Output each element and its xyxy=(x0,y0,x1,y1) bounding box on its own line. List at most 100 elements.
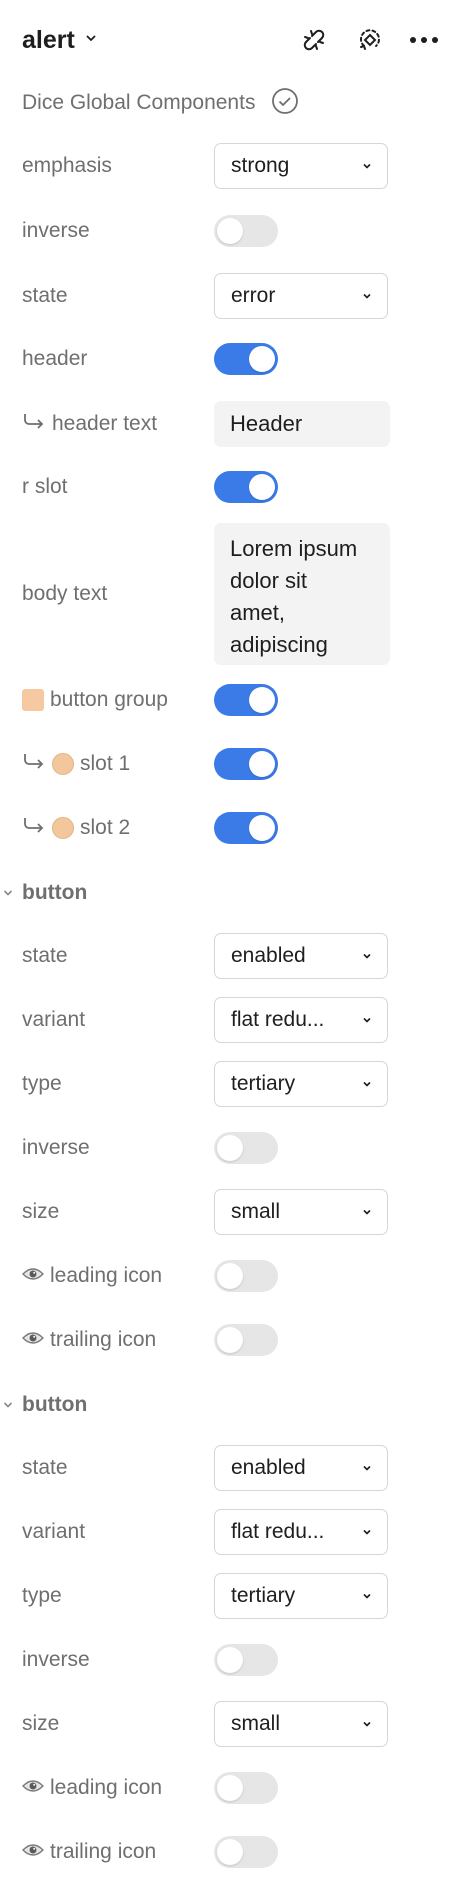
variant-select[interactable]: flat redu... xyxy=(214,1509,388,1555)
select-value: tertiary xyxy=(231,1584,296,1607)
prop-label: slot 2 xyxy=(22,815,130,841)
select-value: flat redu... xyxy=(231,1520,325,1543)
nested-arrow-icon xyxy=(22,815,46,841)
prop-label: slot 1 xyxy=(22,751,130,777)
prop-label: emphasis xyxy=(22,154,112,177)
prop-row-inverse: inverse xyxy=(0,214,466,248)
toggle-knob xyxy=(249,751,275,777)
eye-icon xyxy=(22,1328,44,1352)
state-select[interactable]: enabled xyxy=(214,1445,388,1491)
go-to-main-component-icon[interactable] xyxy=(354,24,386,56)
prop-row-state: state error xyxy=(0,272,466,320)
prop-label: inverse xyxy=(22,1136,90,1159)
prop-label: header text xyxy=(22,411,157,437)
chevron-down-icon xyxy=(361,1590,373,1602)
more-icon[interactable] xyxy=(408,24,440,56)
library-row: Dice Global Components xyxy=(22,86,299,120)
slot-icon xyxy=(52,817,74,839)
prop-row-slot-1: slot 1 xyxy=(0,747,466,781)
prop-label-text: slot 1 xyxy=(80,752,131,775)
eye-icon xyxy=(22,1264,44,1288)
prop-label: type xyxy=(22,1072,62,1095)
nested-arrow-icon xyxy=(22,751,46,777)
select-value: enabled xyxy=(231,944,306,967)
prop-row-leading-icon: leading icon xyxy=(0,1259,466,1293)
prop-label: type xyxy=(22,1584,62,1607)
prop-label: state xyxy=(22,284,68,307)
prop-row-header: header xyxy=(0,342,466,376)
prop-label: variant xyxy=(22,1520,86,1543)
body-text-input[interactable]: Lorem ipsum dolor sit amet, adipiscing xyxy=(214,523,390,665)
emphasis-select[interactable]: strong xyxy=(214,143,388,189)
prop-label: trailing icon xyxy=(22,1328,156,1352)
prop-row-state: state enabled xyxy=(0,932,466,980)
section-header-button-2[interactable]: button xyxy=(0,1388,466,1422)
variant-select[interactable]: flat redu... xyxy=(214,997,388,1043)
slot-2-toggle[interactable] xyxy=(214,812,278,844)
toggle-knob xyxy=(217,1647,243,1673)
leading-icon-toggle[interactable] xyxy=(214,1772,278,1804)
chevron-down-icon xyxy=(2,1399,14,1411)
section-title: button xyxy=(22,1393,88,1416)
toggle-knob xyxy=(217,1135,243,1161)
header-text-input[interactable]: Header xyxy=(214,401,390,447)
chevron-down-icon xyxy=(361,1206,373,1218)
component-title-dropdown[interactable]: alert xyxy=(22,22,97,58)
prop-row-slot-2: slot 2 xyxy=(0,811,466,845)
inverse-toggle[interactable] xyxy=(214,215,278,247)
body-text-line: amet, xyxy=(230,600,286,625)
instance-swap-icon xyxy=(22,689,44,711)
button-group-toggle[interactable] xyxy=(214,684,278,716)
prop-row-leading-icon: leading icon xyxy=(0,1771,466,1805)
state-select[interactable]: error xyxy=(214,273,388,319)
size-select[interactable]: small xyxy=(214,1701,388,1747)
chevron-down-icon xyxy=(85,31,97,49)
chevron-down-icon xyxy=(361,290,373,302)
trailing-icon-toggle[interactable] xyxy=(214,1324,278,1356)
component-title: alert xyxy=(22,25,75,54)
type-select[interactable]: tertiary xyxy=(214,1573,388,1619)
trailing-icon-toggle[interactable] xyxy=(214,1836,278,1868)
prop-label: variant xyxy=(22,1008,86,1031)
chevron-down-icon xyxy=(361,1462,373,1474)
inverse-toggle[interactable] xyxy=(214,1132,278,1164)
prop-row-size: size small xyxy=(0,1188,466,1236)
toggle-knob xyxy=(249,815,275,841)
prop-label: body text xyxy=(22,582,108,605)
prop-label: state xyxy=(22,944,68,967)
toggle-knob xyxy=(249,346,275,372)
detach-instance-icon[interactable] xyxy=(298,24,330,56)
section-title: button xyxy=(22,881,88,904)
section-header-button-1[interactable]: button xyxy=(0,876,466,910)
header-toggle[interactable] xyxy=(214,343,278,375)
check-circle-icon xyxy=(271,87,299,120)
select-value: small xyxy=(231,1200,281,1223)
body-text-line: Lorem ipsum xyxy=(230,536,358,561)
panel-header: alert xyxy=(0,0,466,80)
type-select[interactable]: tertiary xyxy=(214,1061,388,1107)
prop-row-variant: variant flat redu... xyxy=(0,996,466,1044)
body-text-line: adipiscing xyxy=(230,632,328,657)
prop-row-inverse: inverse xyxy=(0,1131,466,1165)
chevron-down-icon xyxy=(361,1718,373,1730)
toggle-knob xyxy=(249,474,275,500)
toggle-knob xyxy=(217,1775,243,1801)
prop-label-text: leading icon xyxy=(50,1264,163,1287)
prop-label: leading icon xyxy=(22,1264,162,1288)
prop-label: size xyxy=(22,1200,60,1223)
slot-icon xyxy=(52,753,74,775)
prop-label-text: trailing icon xyxy=(50,1328,157,1351)
nested-arrow-icon xyxy=(22,411,46,437)
r-slot-toggle[interactable] xyxy=(214,471,278,503)
prop-label: inverse xyxy=(22,1648,90,1671)
prop-label: inverse xyxy=(22,219,90,242)
prop-row-header-text: header text Header xyxy=(0,400,466,448)
slot-1-toggle[interactable] xyxy=(214,748,278,780)
size-select[interactable]: small xyxy=(214,1189,388,1235)
leading-icon-toggle[interactable] xyxy=(214,1260,278,1292)
inverse-toggle[interactable] xyxy=(214,1644,278,1676)
chevron-down-icon xyxy=(2,887,14,899)
prop-row-variant: variant flat redu... xyxy=(0,1508,466,1556)
state-select[interactable]: enabled xyxy=(214,933,388,979)
prop-row-type: type tertiary xyxy=(0,1572,466,1620)
